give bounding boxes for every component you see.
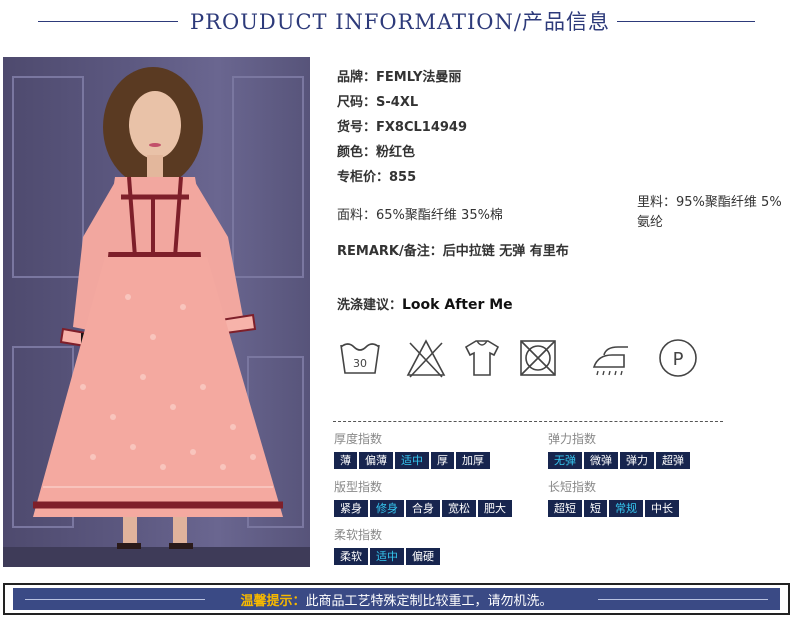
softness-index-label: 柔软指数 [334, 528, 383, 542]
elasticity-option-super: 超弹 [656, 452, 690, 469]
notice-text: 温馨提示：此商品工艺特殊定制比较重工，请勿机洗。 [13, 590, 780, 609]
length-index-label: 长短指数 [548, 480, 597, 494]
fit-option-oversized: 肥大 [478, 500, 512, 517]
iron-icon [588, 337, 632, 379]
price-row: 专柜价：855 [337, 166, 416, 185]
item-number-row: 货号：FX8CL14949 [337, 116, 467, 135]
wash-advice-value: Look After Me [402, 297, 513, 313]
size-key: 尺码： [337, 95, 377, 110]
price-value: 855 [389, 170, 417, 185]
page-title: PROUDUCT INFORMATION/产品信息 [190, 10, 610, 34]
fit-index-label: 版型指数 [334, 480, 383, 494]
no-tumble-dry-icon [516, 337, 560, 379]
model-in-pink-lace-dress-image [3, 67, 310, 567]
brand-value: FEMLY法曼丽 [376, 70, 462, 85]
fit-index-options: 紧身 修身 合身 宽松 肥大 [334, 500, 512, 517]
care-notice-banner: 温馨提示：此商品工艺特殊定制比较重工，请勿机洗。 [3, 583, 790, 615]
remark-key: REMARK/备注： [337, 244, 443, 259]
fit-option-loose: 宽松 [442, 500, 476, 517]
color-key: 颜色： [337, 145, 377, 160]
hang-dry-icon [460, 337, 504, 379]
thickness-option-thick: 厚 [431, 452, 454, 469]
header-rule-right [617, 21, 755, 22]
lining-key: 里料： [637, 195, 677, 210]
brand-key: 品牌： [337, 70, 377, 85]
fabric-value: 65%聚酯纤维 35%棉 [376, 208, 503, 223]
lining-row: 里料：95%聚酯纤维 5%氨纶 [637, 193, 787, 233]
notice-bar: 温馨提示：此商品工艺特殊定制比较重工，请勿机洗。 [13, 588, 780, 610]
header-rule-left [38, 21, 178, 22]
color-value: 粉红色 [376, 145, 416, 160]
section-divider [333, 421, 723, 422]
color-row: 颜色：粉红色 [337, 141, 415, 160]
brand-row: 品牌：FEMLY法曼丽 [337, 66, 461, 85]
length-option-regular-selected: 常规 [609, 500, 643, 517]
price-key: 专柜价： [337, 170, 390, 185]
remark-value: 后中拉链 无弹 有里布 [442, 244, 569, 259]
dry-clean-p-icon: P [656, 337, 700, 379]
wash-temp-label: 30 [353, 357, 367, 370]
elasticity-option-none-selected: 无弹 [548, 452, 582, 469]
softness-option-stiff: 偏硬 [406, 548, 440, 565]
fit-option-tight: 紧身 [334, 500, 368, 517]
elasticity-option-stretch: 弹力 [620, 452, 654, 469]
item-number-value: FX8CL14949 [376, 120, 468, 135]
fabric-row: 面料：65%聚酯纤维 35%棉 [337, 204, 503, 223]
product-photo [3, 57, 310, 567]
thickness-index-options: 薄 偏薄 适中 厚 加厚 [334, 452, 490, 469]
remark-row: REMARK/备注：后中拉链 无弹 有里布 [337, 240, 569, 259]
length-option-short: 短 [584, 500, 607, 517]
item-number-key: 货号： [337, 120, 377, 135]
thickness-option-thin: 薄 [334, 452, 357, 469]
length-option-extra-short: 超短 [548, 500, 582, 517]
dry-clean-letter: P [673, 349, 684, 370]
fabric-key: 面料： [337, 208, 377, 223]
size-row: 尺码：S-4XL [337, 91, 418, 110]
thickness-index-label: 厚度指数 [334, 432, 383, 446]
wash-30-icon: 30 [338, 337, 382, 379]
thickness-option-extra-thick: 加厚 [456, 452, 490, 469]
length-option-midi: 中长 [645, 500, 679, 517]
softness-option-medium-selected: 适中 [370, 548, 404, 565]
elasticity-option-slight: 微弹 [584, 452, 618, 469]
elasticity-index-options: 无弹 微弹 弹力 超弹 [548, 452, 690, 469]
softness-index-options: 柔软 适中 偏硬 [334, 548, 440, 565]
notice-message: 此商品工艺特殊定制比较重工，请勿机洗。 [305, 594, 553, 609]
length-index-options: 超短 短 常规 中长 [548, 500, 679, 517]
notice-highlight: 温馨提示： [240, 594, 306, 609]
elasticity-index-label: 弹力指数 [548, 432, 597, 446]
wash-advice-key: 洗涤建议： [337, 298, 403, 313]
wash-advice-row: 洗涤建议：Look After Me [337, 294, 513, 313]
fit-option-slim-selected: 修身 [370, 500, 404, 517]
fit-option-fitted: 合身 [406, 500, 440, 517]
thickness-option-medium-selected: 适中 [395, 452, 429, 469]
size-value: S-4XL [376, 95, 419, 110]
thickness-option-slightly-thin: 偏薄 [359, 452, 393, 469]
softness-option-soft: 柔软 [334, 548, 368, 565]
no-bleach-icon [404, 337, 448, 379]
